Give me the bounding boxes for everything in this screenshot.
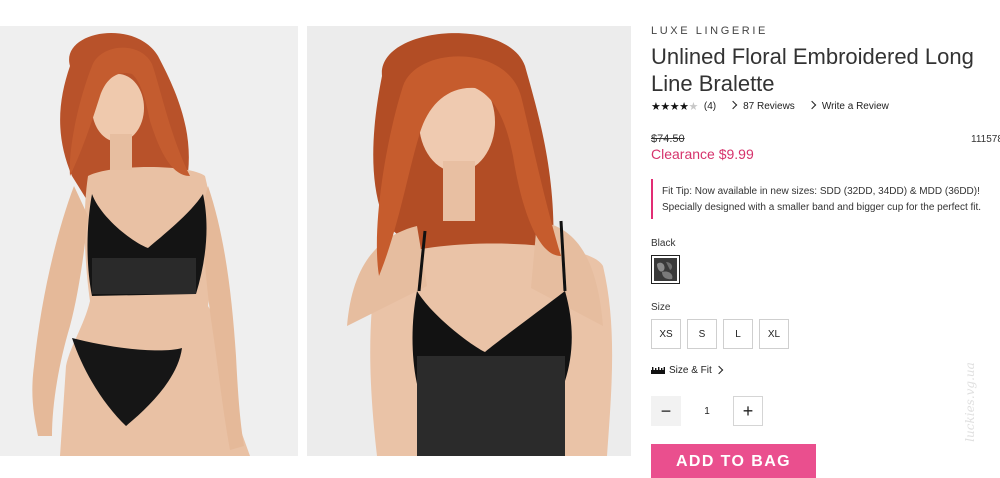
size-fit-link[interactable]: Size & Fit: [651, 365, 724, 376]
chevron-right-icon: [807, 100, 817, 110]
color-label: Black: [651, 238, 676, 249]
size-fit-label: Size & Fit: [669, 365, 712, 376]
star-icon: ★: [669, 101, 680, 113]
size-options: XS S L XL: [651, 319, 789, 349]
star-icon: ★: [688, 101, 699, 113]
product-info-panel: LUXE LINGERIE Unlined Floral Embroidered…: [651, 0, 1000, 478]
clearance-price: Clearance $9.99: [651, 146, 754, 162]
reviews-link[interactable]: 87 Reviews: [728, 100, 795, 112]
fit-tip-line2: Specially designed with a smaller band a…: [662, 202, 982, 213]
size-option-xs[interactable]: XS: [651, 319, 681, 349]
product-photo-front-image: [0, 26, 298, 456]
size-option-xl[interactable]: XL: [759, 319, 789, 349]
quantity-decrease-button[interactable]: −: [651, 396, 681, 426]
reviews-link-label: 87 Reviews: [743, 101, 795, 112]
brand-name: LUXE LINGERIE: [651, 25, 768, 37]
fit-tip-line1: Fit Tip: Now available in new sizes: SDD…: [662, 186, 980, 197]
quantity-value[interactable]: 1: [681, 406, 733, 417]
star-icon: ★: [660, 101, 670, 113]
size-option-l[interactable]: L: [723, 319, 753, 349]
star-icon: ★: [679, 101, 689, 113]
swatch-image: [654, 258, 677, 281]
chevron-right-icon: [714, 365, 724, 374]
product-photo-front[interactable]: [0, 26, 298, 456]
quantity-stepper: − 1 +: [651, 396, 763, 426]
product-photo-closeup[interactable]: [307, 26, 631, 456]
quantity-increase-button[interactable]: +: [733, 396, 763, 426]
swatch-pattern: [654, 258, 677, 281]
ruler-icon: [651, 367, 665, 374]
add-to-bag-button[interactable]: ADD TO BAG: [651, 444, 816, 478]
chevron-right-icon: [728, 100, 738, 110]
watermark: luckies.vg.ua: [963, 340, 995, 470]
size-label: Size: [651, 302, 671, 313]
color-swatch-black[interactable]: [651, 255, 680, 284]
size-option-s[interactable]: S: [687, 319, 717, 349]
write-review-link[interactable]: Write a Review: [807, 100, 889, 112]
style-number: 111578: [971, 134, 1000, 145]
fit-tip-banner: Fit Tip: Now available in new sizes: SDD…: [651, 179, 1000, 219]
write-review-label: Write a Review: [821, 101, 889, 112]
product-title: Unlined Floral Embroidered Long Line Bra…: [651, 44, 974, 96]
star-rating: ★★★★★: [651, 100, 698, 113]
rating-count: (4): [703, 101, 717, 112]
product-photo-closeup-image: [307, 26, 631, 456]
original-price: $74.50: [651, 133, 685, 145]
rating-row: ★★★★★ (4) 87 Reviews Write a Review: [651, 100, 889, 113]
watermark-text: luckies.vg.ua: [962, 362, 977, 442]
star-icon: ★: [651, 101, 661, 113]
